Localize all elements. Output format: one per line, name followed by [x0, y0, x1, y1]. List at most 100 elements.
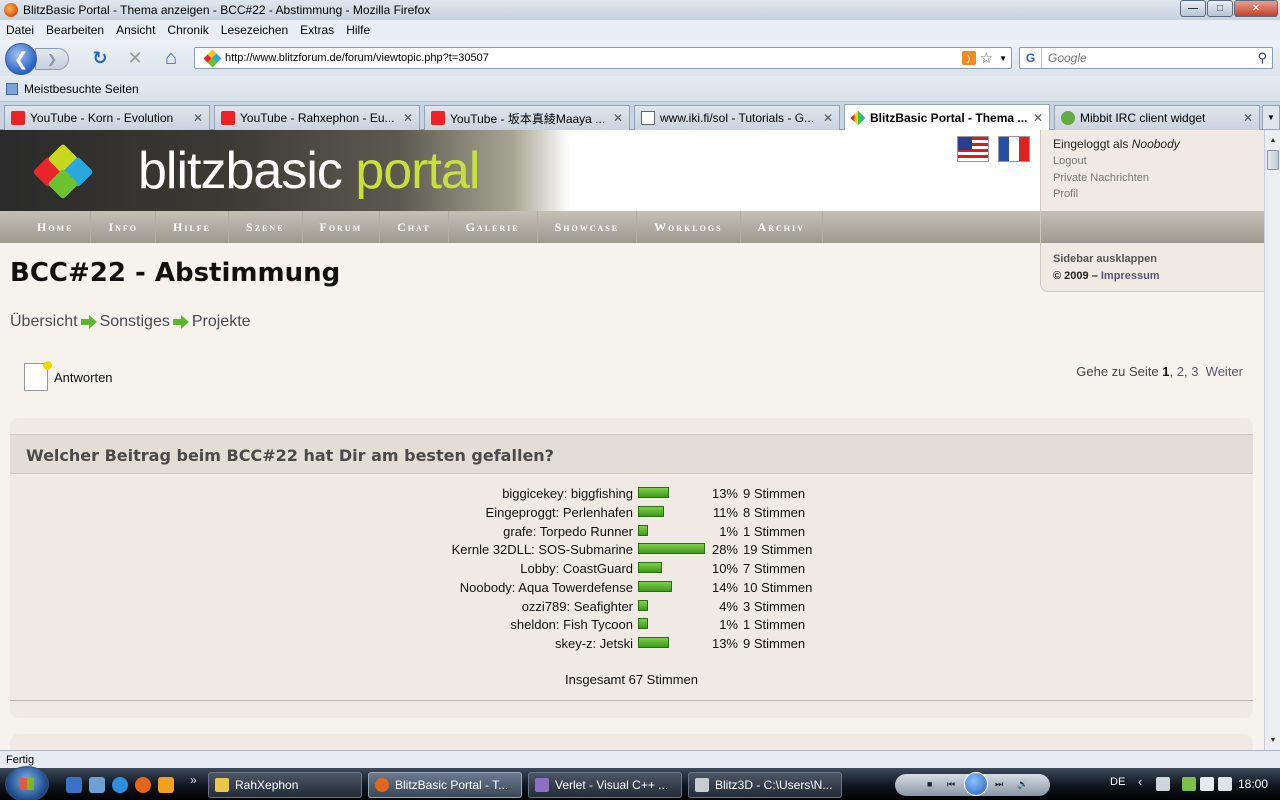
bookmark-most-visited[interactable]: Meistbesuchte Seiten: [24, 82, 139, 96]
bookmark-star-icon[interactable]: ☆: [980, 49, 993, 67]
sidebar-nav-band: [1041, 211, 1264, 243]
poll-option-label: Lobby: CoastGuard: [520, 561, 633, 576]
search-bar[interactable]: G ⚲: [1019, 47, 1273, 69]
switch-windows-icon[interactable]: [89, 777, 105, 793]
site-logo-banner[interactable]: blitzbasic portal: [0, 130, 570, 211]
france-flag-icon[interactable]: [998, 136, 1030, 162]
logout-link[interactable]: Logout: [1053, 155, 1087, 167]
volume-icon[interactable]: [1218, 777, 1232, 791]
tab-close-icon[interactable]: ✕: [1243, 111, 1253, 125]
back-button[interactable]: ❮: [5, 43, 37, 75]
breadcrumb-misc[interactable]: Sonstiges: [100, 313, 170, 331]
quicklaunch-more-icon[interactable]: »: [190, 773, 197, 787]
clock[interactable]: 18:00: [1238, 777, 1268, 791]
poll-result-bar: [638, 580, 672, 592]
visual-studio-icon: [535, 778, 549, 792]
tab-close-icon[interactable]: ✕: [823, 111, 833, 125]
reply-button[interactable]: Antworten: [24, 361, 113, 391]
media-stop-icon[interactable]: ■: [927, 779, 932, 789]
internet-explorer-icon[interactable]: [112, 777, 128, 793]
breadcrumb-projects[interactable]: Projekte: [192, 313, 251, 331]
poll-option-percent: 1%: [719, 523, 738, 539]
next-page-link[interactable]: Weiter: [1206, 364, 1243, 379]
home-button[interactable]: ⌂: [161, 47, 181, 69]
reload-button[interactable]: ↻: [90, 48, 110, 68]
nav-galerie[interactable]: Galerie: [449, 211, 538, 243]
media-play-button[interactable]: [964, 772, 988, 796]
tab-blitzbasic-portal[interactable]: BlitzBasic Portal - Thema ... ✕: [844, 104, 1050, 131]
us-flag-icon[interactable]: [957, 136, 989, 162]
tab-close-icon[interactable]: ✕: [1033, 111, 1043, 125]
tray-app-icon[interactable]: [1182, 777, 1196, 791]
scroll-thumb[interactable]: [1267, 150, 1279, 170]
poll-option-row: ozzi789: Seafighter 4% 3 Stimmen: [10, 597, 1253, 616]
media-player-icon[interactable]: [158, 777, 174, 793]
start-button[interactable]: [5, 766, 49, 800]
menu-lesezeichen[interactable]: Lesezeichen: [221, 23, 288, 37]
menu-ansicht[interactable]: Ansicht: [116, 23, 155, 37]
tab-youtube-rahxephon[interactable]: YouTube - Rahxephon - Eu... ✕: [214, 105, 420, 130]
nav-chat[interactable]: Chat: [380, 211, 449, 243]
scroll-up-arrow-icon[interactable]: ▲: [1266, 132, 1280, 148]
page-link-3[interactable]: 3: [1191, 364, 1198, 379]
taskbar-item-rahxephon[interactable]: RahXephon: [208, 772, 362, 798]
nav-szene[interactable]: Szene: [229, 211, 303, 243]
nav-home[interactable]: Home: [20, 211, 92, 243]
media-next-icon[interactable]: ⏭: [995, 779, 1003, 790]
private-messages-link[interactable]: Private Nachrichten: [1053, 172, 1149, 184]
nav-worklogs[interactable]: Worklogs: [637, 211, 741, 243]
show-desktop-icon[interactable]: [66, 777, 82, 793]
task-label: BlitzBasic Portal - T...: [395, 778, 509, 792]
url-text[interactable]: http://www.blitzforum.de/forum/viewtopic…: [225, 52, 962, 64]
username[interactable]: Noobody: [1132, 137, 1180, 151]
menu-chronik[interactable]: Chronik: [167, 23, 208, 37]
menu-bearbeiten[interactable]: Bearbeiten: [46, 23, 104, 37]
search-icon[interactable]: ⚲: [1257, 50, 1267, 66]
tab-close-icon[interactable]: ✕: [193, 111, 203, 125]
breadcrumb: Übersicht Sonstiges Projekte: [10, 313, 251, 331]
stop-button[interactable]: ✕: [125, 48, 145, 68]
language-indicator[interactable]: DE: [1110, 776, 1125, 788]
menu-extras[interactable]: Extras: [300, 23, 334, 37]
nav-showcase[interactable]: Showcase: [538, 211, 638, 243]
sidebar-expand-link[interactable]: Sidebar ausklappen: [1053, 253, 1157, 265]
nav-hilfe[interactable]: Hilfe: [156, 211, 230, 243]
media-previous-icon[interactable]: ⏮: [947, 779, 955, 790]
taskbar-item-visual-cpp[interactable]: Verlet - Visual C++ ...: [528, 772, 682, 798]
url-dropdown-icon[interactable]: ▼: [999, 54, 1007, 63]
media-volume-icon[interactable]: 🔊: [1017, 779, 1028, 790]
tab-iki-tutorials[interactable]: www.iki.fi/sol - Tutorials - G... ✕: [634, 105, 840, 130]
menu-hilfe[interactable]: Hilfe: [346, 23, 370, 37]
minimize-button[interactable]: —: [1180, 0, 1206, 17]
tab-list-button[interactable]: ▼: [1262, 105, 1280, 130]
show-hidden-icons-icon[interactable]: ‹: [1138, 774, 1142, 789]
tab-mibbit[interactable]: Mibbit IRC client widget ✕: [1054, 105, 1260, 130]
close-window-button[interactable]: ✕: [1234, 0, 1278, 17]
scroll-down-arrow-icon[interactable]: ▼: [1266, 732, 1280, 748]
nav-forum[interactable]: Forum: [303, 211, 381, 243]
page-scrollbar[interactable]: ▲ ▼: [1264, 130, 1280, 750]
tab-youtube-korn[interactable]: YouTube - Korn - Evolution ✕: [4, 105, 210, 130]
page-link-2[interactable]: 2: [1177, 364, 1184, 379]
logo-word-blitzbasic: blitzbasic: [138, 142, 343, 200]
tab-close-icon[interactable]: ✕: [403, 111, 413, 125]
forward-button[interactable]: ❯: [35, 48, 69, 70]
search-input[interactable]: [1042, 51, 1258, 65]
maximize-button[interactable]: □: [1207, 0, 1233, 17]
tray-app-icon[interactable]: [1156, 777, 1170, 791]
rss-feed-icon[interactable]: ): [961, 51, 976, 65]
search-engine-icon[interactable]: G: [1020, 48, 1042, 68]
tab-close-icon[interactable]: ✕: [613, 111, 623, 125]
address-bar[interactable]: http://www.blitzforum.de/forum/viewtopic…: [194, 47, 1012, 69]
nav-archiv[interactable]: Archiv: [741, 211, 823, 243]
firefox-icon[interactable]: [135, 777, 151, 793]
tab-youtube-maaya[interactable]: YouTube - 坂本真綾Maaya ... ✕: [424, 105, 630, 130]
profile-link[interactable]: Profil: [1053, 188, 1078, 200]
breadcrumb-overview[interactable]: Übersicht: [10, 313, 78, 331]
nav-info[interactable]: Info: [91, 211, 157, 243]
taskbar-item-blitz3d[interactable]: Blitz3D - C:\Users\N...: [688, 772, 842, 798]
menu-datei[interactable]: Datei: [6, 23, 34, 37]
taskbar-item-firefox[interactable]: BlitzBasic Portal - T...: [368, 772, 522, 798]
network-icon[interactable]: [1200, 777, 1214, 791]
imprint-link[interactable]: Impressum: [1101, 270, 1160, 282]
